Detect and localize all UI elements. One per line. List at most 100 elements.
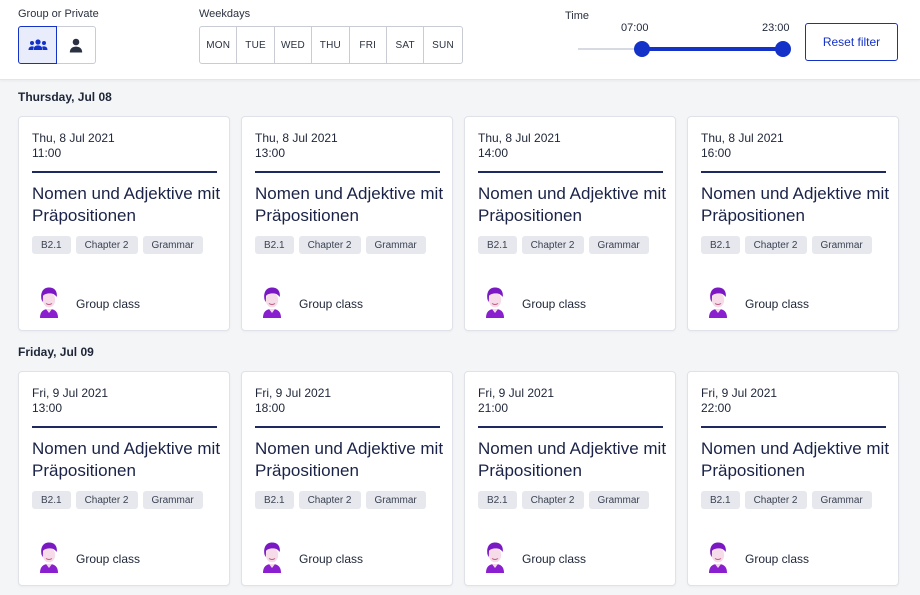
card-date: Thu, 8 Jul 2021 <box>478 131 561 145</box>
weekday-tue[interactable]: TUE <box>237 27 275 63</box>
chapter-tag: Chapter 2 <box>744 236 807 254</box>
level-tag: B2.1 <box>255 236 294 254</box>
group-icon <box>28 39 47 50</box>
chapter-tag: Chapter 2 <box>75 491 138 509</box>
card-tags: B2.1 Chapter 2 Grammar <box>32 491 203 509</box>
person-icon <box>69 38 83 52</box>
card-divider <box>478 426 663 428</box>
weekday-mon[interactable]: MON <box>200 27 238 63</box>
class-type: Group class <box>745 297 810 311</box>
card-title: Nomen und Adjektive mit Präpositionen <box>255 439 444 480</box>
card-tags: B2.1 Chapter 2 Grammar <box>478 236 649 254</box>
card-tags: B2.1 Chapter 2 Grammar <box>255 491 426 509</box>
group-private-label: Group or Private <box>18 8 99 20</box>
card-title: Nomen und Adjektive mit Präpositionen <box>478 184 667 225</box>
card-time: 16:00 <box>701 146 732 160</box>
weekday-sat[interactable]: SAT <box>387 27 425 63</box>
class-card[interactable]: Fri, 9 Jul 2021 22:00 Nomen und Adjektiv… <box>687 371 899 586</box>
weekday-thu[interactable]: THU <box>312 27 350 63</box>
card-date: Thu, 8 Jul 2021 <box>32 131 115 145</box>
weekday-sun[interactable]: SUN <box>424 27 461 63</box>
class-type: Group class <box>76 297 141 311</box>
card-time: 21:00 <box>478 401 509 415</box>
chapter-tag: Chapter 2 <box>744 491 807 509</box>
class-type: Group class <box>522 552 587 566</box>
card-date: Thu, 8 Jul 2021 <box>701 131 784 145</box>
teacher-avatar-icon <box>263 287 281 318</box>
card-date: Fri, 9 Jul 2021 <box>701 386 778 400</box>
group-private-toggle <box>18 26 96 64</box>
weekday-fri[interactable]: FRI <box>350 27 387 63</box>
class-card[interactable]: Thu, 8 Jul 2021 11:00 Nomen und Adjektiv… <box>18 116 230 331</box>
topic-tag: Grammar <box>142 236 203 254</box>
teacher-avatar-icon <box>709 542 727 573</box>
time-start-handle[interactable] <box>634 41 650 57</box>
card-tags: B2.1 Chapter 2 Grammar <box>478 491 649 509</box>
teacher-avatar-icon <box>709 287 727 318</box>
chapter-tag: Chapter 2 <box>298 491 361 509</box>
weekdays-label: Weekdays <box>199 8 251 20</box>
card-divider <box>701 426 886 428</box>
level-tag: B2.1 <box>701 236 740 254</box>
topic-tag: Grammar <box>142 491 203 509</box>
card-tags: B2.1 Chapter 2 Grammar <box>701 236 872 254</box>
teacher-avatar-icon <box>40 287 58 318</box>
teacher-avatar-icon <box>486 287 504 318</box>
time-start-value: 07:00 <box>621 22 649 34</box>
topic-tag: Grammar <box>811 236 872 254</box>
filter-bar: Group or Private Weekdays MON TUE WED TH… <box>0 0 920 80</box>
chapter-tag: Chapter 2 <box>298 236 361 254</box>
chapter-tag: Chapter 2 <box>521 236 584 254</box>
class-card[interactable]: Thu, 8 Jul 2021 16:00 Nomen und Adjektiv… <box>687 116 899 331</box>
private-toggle-button[interactable] <box>57 26 96 64</box>
card-time: 13:00 <box>32 401 63 415</box>
level-tag: B2.1 <box>478 491 517 509</box>
class-type: Group class <box>522 297 587 311</box>
class-card[interactable]: Thu, 8 Jul 2021 13:00 Nomen und Adjektiv… <box>241 116 453 331</box>
time-end-handle[interactable] <box>775 41 791 57</box>
class-type: Group class <box>745 552 810 566</box>
topic-tag: Grammar <box>365 491 426 509</box>
card-tags: B2.1 Chapter 2 Grammar <box>701 491 872 509</box>
time-end-value: 23:00 <box>762 22 790 34</box>
weekday-selector: MON TUE WED THU FRI SAT SUN <box>199 26 463 64</box>
topic-tag: Grammar <box>811 491 872 509</box>
reset-filter-button[interactable]: Reset filter <box>805 23 898 61</box>
teacher-avatar-icon <box>486 542 504 573</box>
level-tag: B2.1 <box>32 491 71 509</box>
card-time: 18:00 <box>255 401 286 415</box>
card-title: Nomen und Adjektive mit Präpositionen <box>255 184 444 225</box>
card-time: 13:00 <box>255 146 286 160</box>
day-heading: Thursday, Jul 08 <box>18 90 112 104</box>
level-tag: B2.1 <box>32 236 71 254</box>
card-date: Fri, 9 Jul 2021 <box>255 386 332 400</box>
card-title: Nomen und Adjektive mit Präpositionen <box>701 184 890 225</box>
class-card[interactable]: Thu, 8 Jul 2021 14:00 Nomen und Adjektiv… <box>464 116 676 331</box>
card-title: Nomen und Adjektive mit Präpositionen <box>32 439 221 480</box>
card-date: Thu, 8 Jul 2021 <box>255 131 338 145</box>
card-time: 11:00 <box>32 146 62 160</box>
teacher-avatar-icon <box>40 542 58 573</box>
time-label: Time <box>565 10 590 22</box>
card-tags: B2.1 Chapter 2 Grammar <box>32 236 203 254</box>
topic-tag: Grammar <box>588 491 649 509</box>
card-time: 22:00 <box>701 401 732 415</box>
card-divider <box>32 171 217 173</box>
class-type: Group class <box>299 552 364 566</box>
class-type: Group class <box>299 297 364 311</box>
card-time: 14:00 <box>478 146 509 160</box>
level-tag: B2.1 <box>701 491 740 509</box>
chapter-tag: Chapter 2 <box>521 491 584 509</box>
weekday-wed[interactable]: WED <box>275 27 313 63</box>
card-divider <box>255 426 440 428</box>
class-card[interactable]: Fri, 9 Jul 2021 13:00 Nomen und Adjektiv… <box>18 371 230 586</box>
class-card[interactable]: Fri, 9 Jul 2021 18:00 Nomen und Adjektiv… <box>241 371 453 586</box>
group-toggle-button[interactable] <box>18 26 57 64</box>
class-card[interactable]: Fri, 9 Jul 2021 21:00 Nomen und Adjektiv… <box>464 371 676 586</box>
chapter-tag: Chapter 2 <box>75 236 138 254</box>
level-tag: B2.1 <box>478 236 517 254</box>
card-divider <box>32 426 217 428</box>
card-date: Fri, 9 Jul 2021 <box>32 386 109 400</box>
card-title: Nomen und Adjektive mit Präpositionen <box>32 184 221 225</box>
topic-tag: Grammar <box>365 236 426 254</box>
